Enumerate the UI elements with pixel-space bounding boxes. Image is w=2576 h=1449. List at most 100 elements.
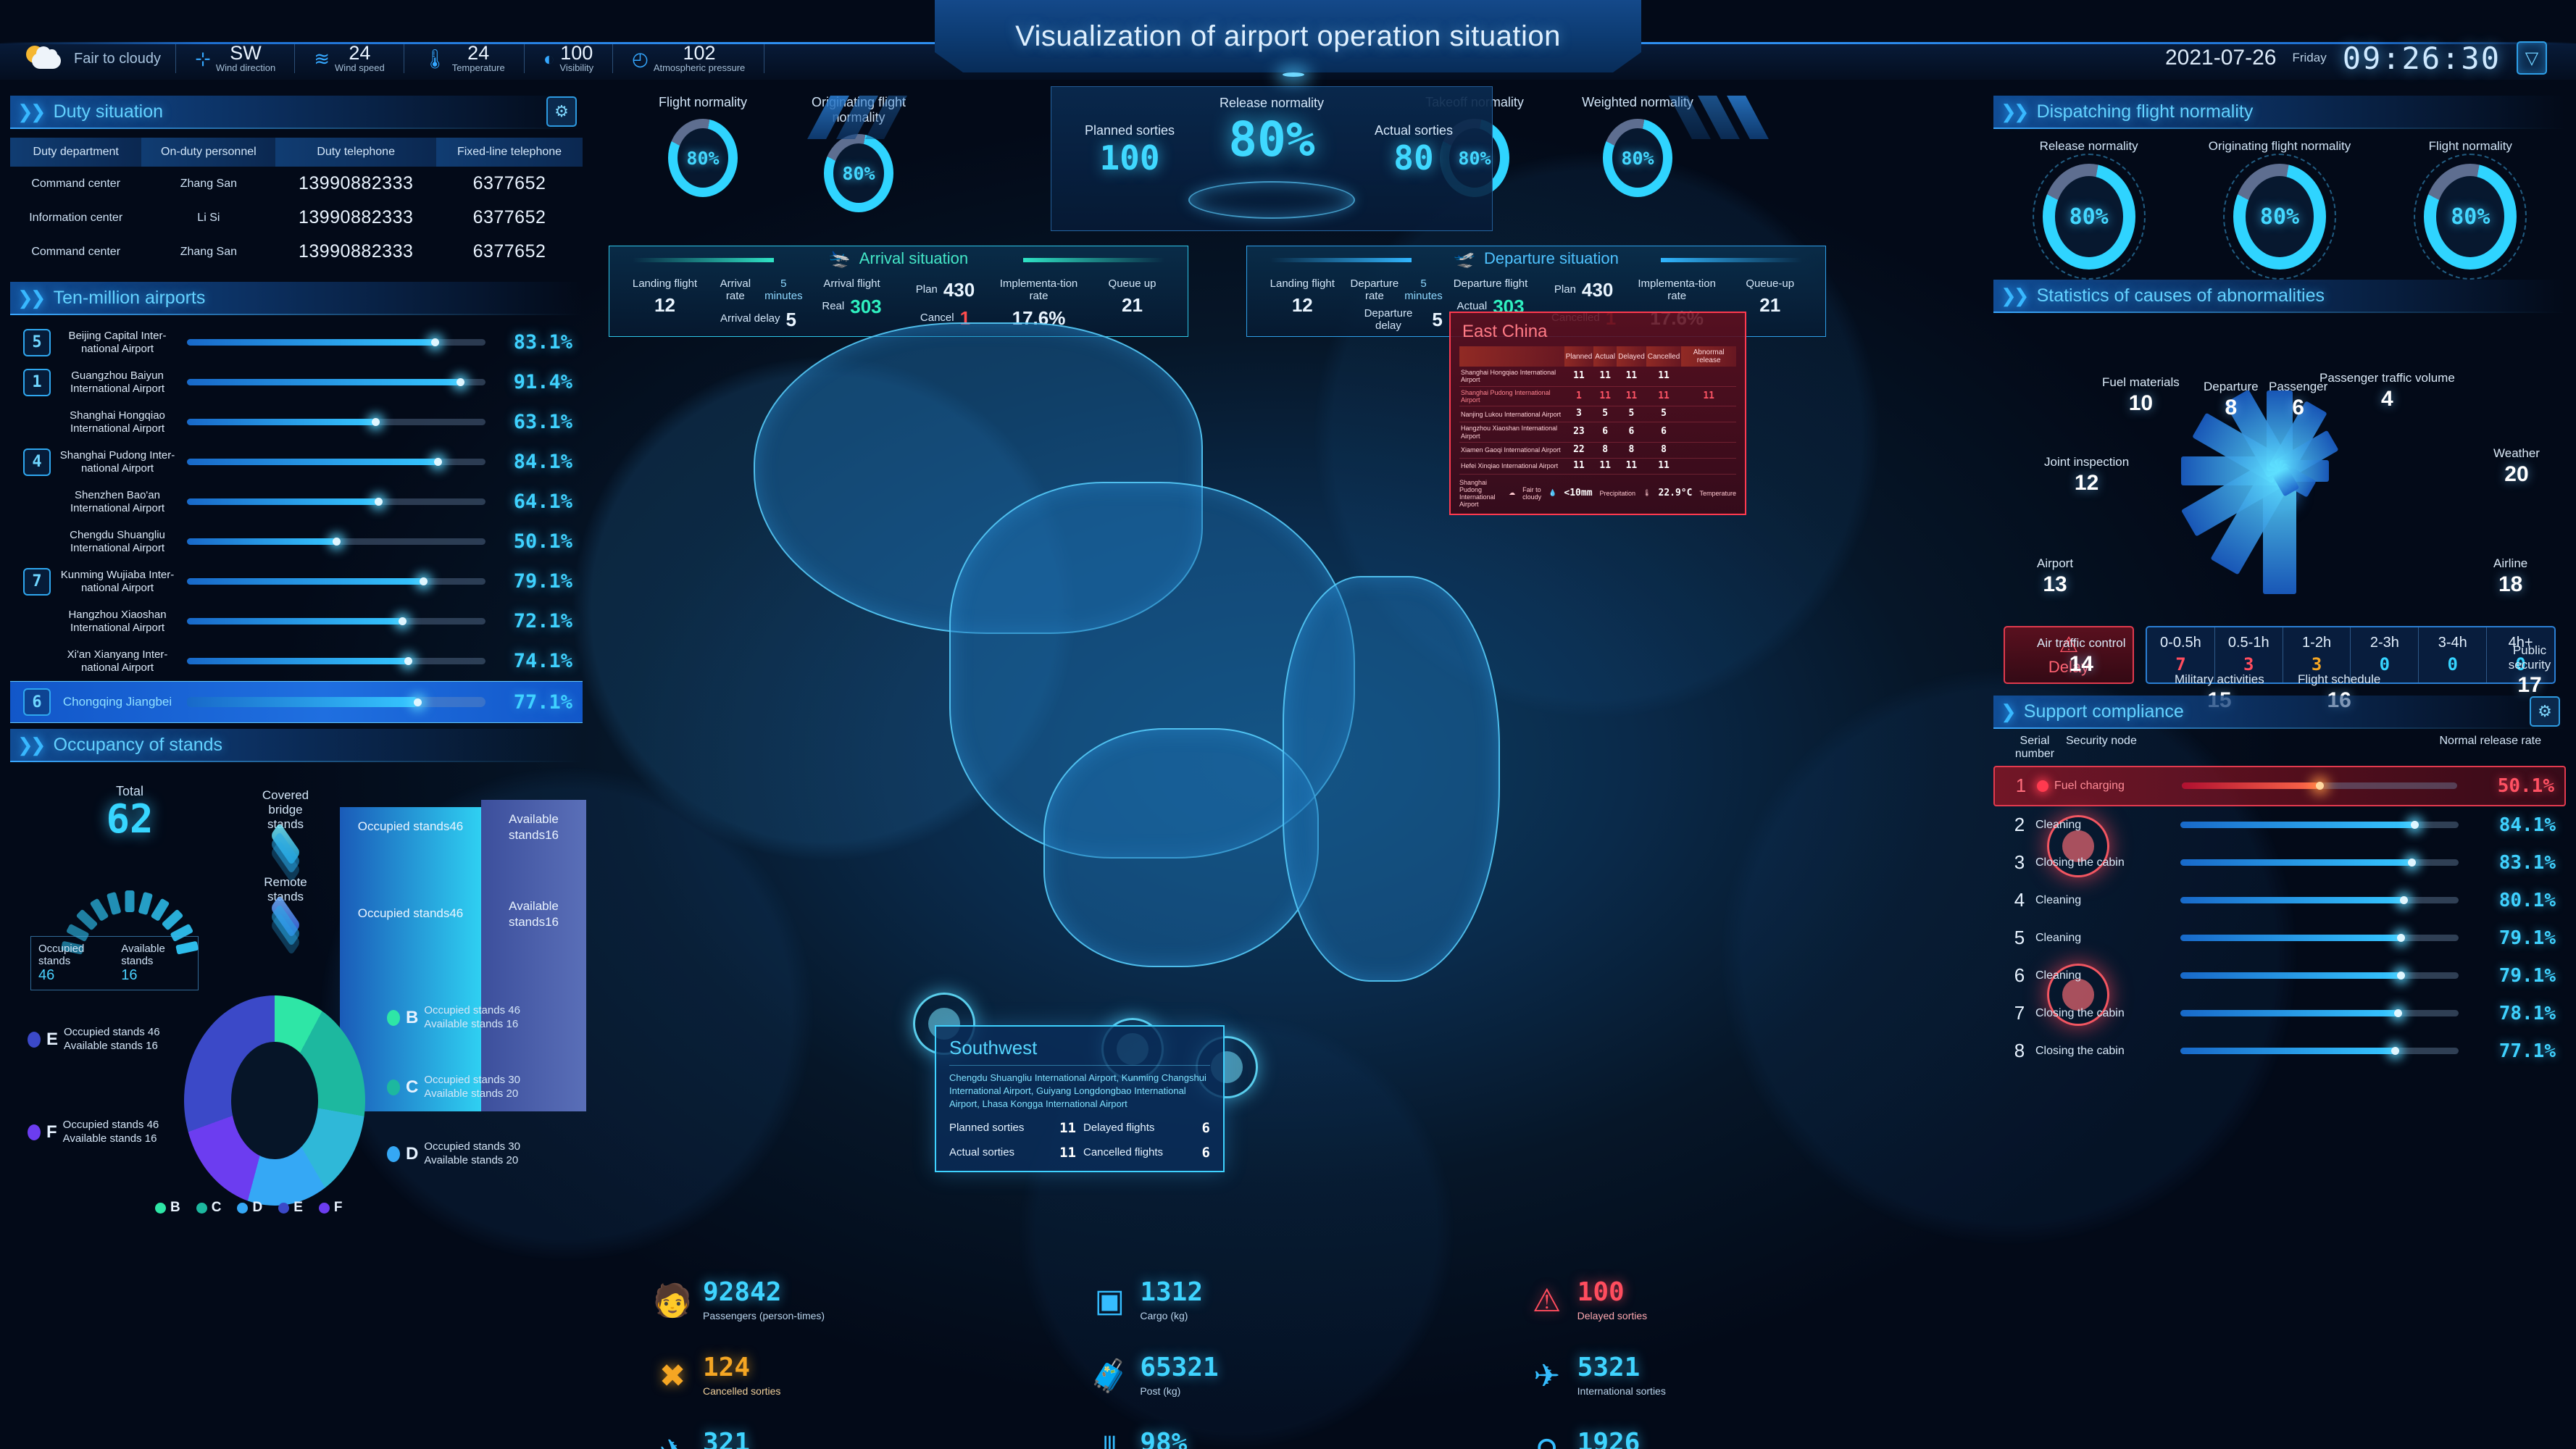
col-normal-release-rate: Normal release rate — [2439, 735, 2542, 747]
east-china-panel: East China Planned Actual Delayed Cancel… — [1449, 312, 1746, 515]
legend-item-B[interactable]: B Occupied stands 46 Available stands 16 — [387, 1004, 520, 1032]
donut-legend-item-C[interactable]: C — [196, 1200, 221, 1216]
delay-bucket-3-4h[interactable]: 3-4h 0 — [2419, 627, 2488, 682]
list-item[interactable]: Xi'an Xianyang Inter-national Airport 74.… — [10, 641, 583, 681]
col-delayed: Delayed — [1617, 346, 1646, 367]
cell-dept: Information center — [29, 211, 123, 224]
donut-legend-item-D[interactable]: D — [237, 1200, 262, 1216]
table-row[interactable]: 2 Cleaning 84.1% — [1993, 806, 2566, 844]
remote-stands-group: Remote stands Occupied stands46 Availabl… — [249, 875, 586, 1111]
table-row[interactable]: 1 Fuel charging 50.1% — [1993, 765, 2566, 806]
table-row[interactable]: 3 Closing the cabin 83.1% — [1993, 844, 2566, 882]
filter-icon[interactable]: ▽ — [2517, 41, 2547, 75]
globe-plane-icon: ✈ — [1533, 1358, 1561, 1394]
available-label: Available stands — [121, 943, 165, 967]
release-rate-value: 80.1% — [2498, 889, 2556, 911]
available-value: 16 — [121, 967, 138, 983]
dashboard-root: Visualization of airport operation situa… — [0, 0, 2576, 1449]
list-item[interactable]: 1 Guangzhou Baiyun International Airport 9… — [10, 362, 583, 402]
list-item[interactable]: 6 Chongqing Jiangbei 77.1% — [10, 681, 583, 723]
legend-item-E[interactable]: E Occupied stands 46 Available stands 16 — [28, 1026, 160, 1053]
cell-delayed: 11 — [1617, 386, 1646, 407]
progress-knob-icon — [2399, 896, 2408, 905]
table-row[interactable]: 5 Cleaning 79.1% — [1993, 919, 2566, 957]
bucket-value: 0 — [2447, 654, 2458, 675]
list-item[interactable]: 5 Beijing Capital Inter-national Airport 8… — [10, 322, 583, 362]
progress-knob-icon — [434, 458, 443, 466]
duty-situation-title: Duty situation — [53, 101, 164, 122]
donut-legend-item-B[interactable]: B — [155, 1200, 180, 1216]
progress-bar — [2180, 1047, 2459, 1056]
wind-direction-icon: ⊹ — [195, 47, 211, 70]
table-row[interactable]: Command center Zhang San 13990882333 637… — [10, 235, 583, 269]
china-map[interactable] — [732, 264, 1514, 1127]
rank-badge — [23, 528, 51, 556]
table-row[interactable]: Information center Li Si 13990882333 637… — [10, 201, 583, 235]
table-row[interactable]: Shanghai Pudong International Airport 1 11… — [1459, 386, 1736, 407]
covered-bridge-label: Covered bridge stands — [262, 788, 309, 831]
divider — [1270, 258, 1412, 262]
table-row[interactable]: Xiamen Gaoqi International Airport 22 8 8 8 — [1459, 442, 1736, 459]
legend-dot-F — [28, 1124, 41, 1140]
list-item[interactable]: Shanghai Hongqiao International Airport 6… — [10, 402, 583, 442]
percent-value: 91.4% — [513, 371, 572, 393]
gear-icon[interactable]: ⚙ — [546, 96, 577, 127]
table-row[interactable]: 8 Closing the cabin 77.1% — [1993, 1032, 2566, 1070]
table-row[interactable]: Nanjing Lukou International Airport 3 5 5 5 — [1459, 406, 1736, 423]
table-row[interactable]: 6 Cleaning 79.1% — [1993, 957, 2566, 995]
weather-strip: Fair to cloudy ⊹ SW Wind direction ≋ 24 … — [25, 40, 769, 78]
serial-number: 5 — [2014, 927, 2025, 949]
map-region-east-china[interactable] — [1283, 576, 1500, 982]
release-rate-value: 79.1% — [2498, 964, 2556, 987]
abnormal-causes-title: Statistics of causes of abnormalities — [2036, 285, 2325, 306]
list-item[interactable]: Hangzhou Xiaoshan International Airport 7… — [10, 601, 583, 641]
legend-item-D[interactable]: D Occupied stands 30 Available stands 20 — [387, 1140, 520, 1168]
legend-item-F[interactable]: F Occupied stands 46 Available stands 16 — [28, 1119, 159, 1146]
pressure-label: Atmospheric pressure — [653, 62, 746, 74]
table-row[interactable]: Command center Zhang San 13990882333 637… — [10, 167, 583, 201]
donut-legend-item-F[interactable]: F — [318, 1200, 343, 1216]
ring-icon: 80% — [824, 134, 893, 212]
serial-number: 2 — [2014, 814, 2025, 836]
table-row[interactable]: Hangzhou Xiaoshan International Airport 2… — [1459, 422, 1736, 443]
cell-delayed: 11 — [1617, 458, 1646, 475]
table-row[interactable]: 4 Cleaning 80.1% — [1993, 882, 2566, 919]
table-row[interactable]: Hefei Xinqiao International Airport 11 11 1… — [1459, 458, 1736, 475]
progress-bar — [2180, 859, 2459, 867]
col-airport — [1459, 346, 1564, 367]
list-item[interactable]: 4 Shanghai Pudong Inter-national Airport 8… — [10, 442, 583, 482]
list-item[interactable]: Chengdu Shuangliu International Airport 5… — [10, 522, 583, 561]
east-china-table-body: Shanghai Hongqiao International Airport 1… — [1459, 367, 1736, 475]
kpi-label: International sorties — [1577, 1385, 1666, 1397]
gauge-label: Flight normality — [658, 95, 748, 109]
wind-direction-value: SW — [230, 42, 262, 64]
legend-item-C[interactable]: C Occupied stands 30 Available stands 20 — [387, 1074, 520, 1101]
percent-value: 84.1% — [513, 451, 572, 473]
dispatch-gauges: Release normality 80% Originating flight… — [1993, 139, 2566, 280]
legend-available-C: Available stands 20 — [424, 1087, 519, 1100]
table-row[interactable]: 7 Closing the cabin 78.1% — [1993, 995, 2566, 1032]
cell-airport: Shanghai Hongqiao International Airport — [1459, 367, 1564, 387]
rose-label-public-security: Public security 17 — [2493, 643, 2566, 698]
col-serial-number: Serial number — [2014, 735, 2055, 761]
legend-key-D: D — [406, 1144, 419, 1164]
list-item[interactable]: 7 Kunming Wujiaba Inter-national Airport 7… — [10, 561, 583, 601]
gear-icon[interactable]: ⚙ — [2530, 696, 2560, 727]
rank-badge — [23, 648, 51, 675]
sw-delayed-value: 6 — [1201, 1119, 1210, 1136]
security-node-label: Closing the cabin — [2035, 1044, 2125, 1057]
footer-temperature-label: Temperature — [1699, 489, 1736, 497]
rose-label-air-traffic-control: Air traffic control 14 — [2037, 636, 2126, 677]
map-region-southwest[interactable] — [1043, 728, 1319, 967]
cell-abnormal: 11 — [1681, 386, 1736, 407]
rose-cause-label: Airport — [2037, 556, 2074, 570]
sw-delayed-label: Delayed flights — [1083, 1122, 1155, 1135]
visibility-value: 100 — [560, 42, 593, 64]
layers-icon — [260, 895, 311, 956]
page-title: Visualization of airport operation situa… — [935, 0, 1641, 72]
southwest-tooltip: Southwest Chengdu Shuangliu Internationa… — [935, 1025, 1225, 1172]
stands-donut-chart: E Occupied stands 46 Available stands 16 … — [10, 988, 583, 1227]
list-item[interactable]: Shenzhen Bao'an International Airport 64.… — [10, 482, 583, 522]
donut-legend-item-E[interactable]: E — [278, 1200, 303, 1216]
table-row[interactable]: Shanghai Hongqiao International Airport 1… — [1459, 367, 1736, 387]
